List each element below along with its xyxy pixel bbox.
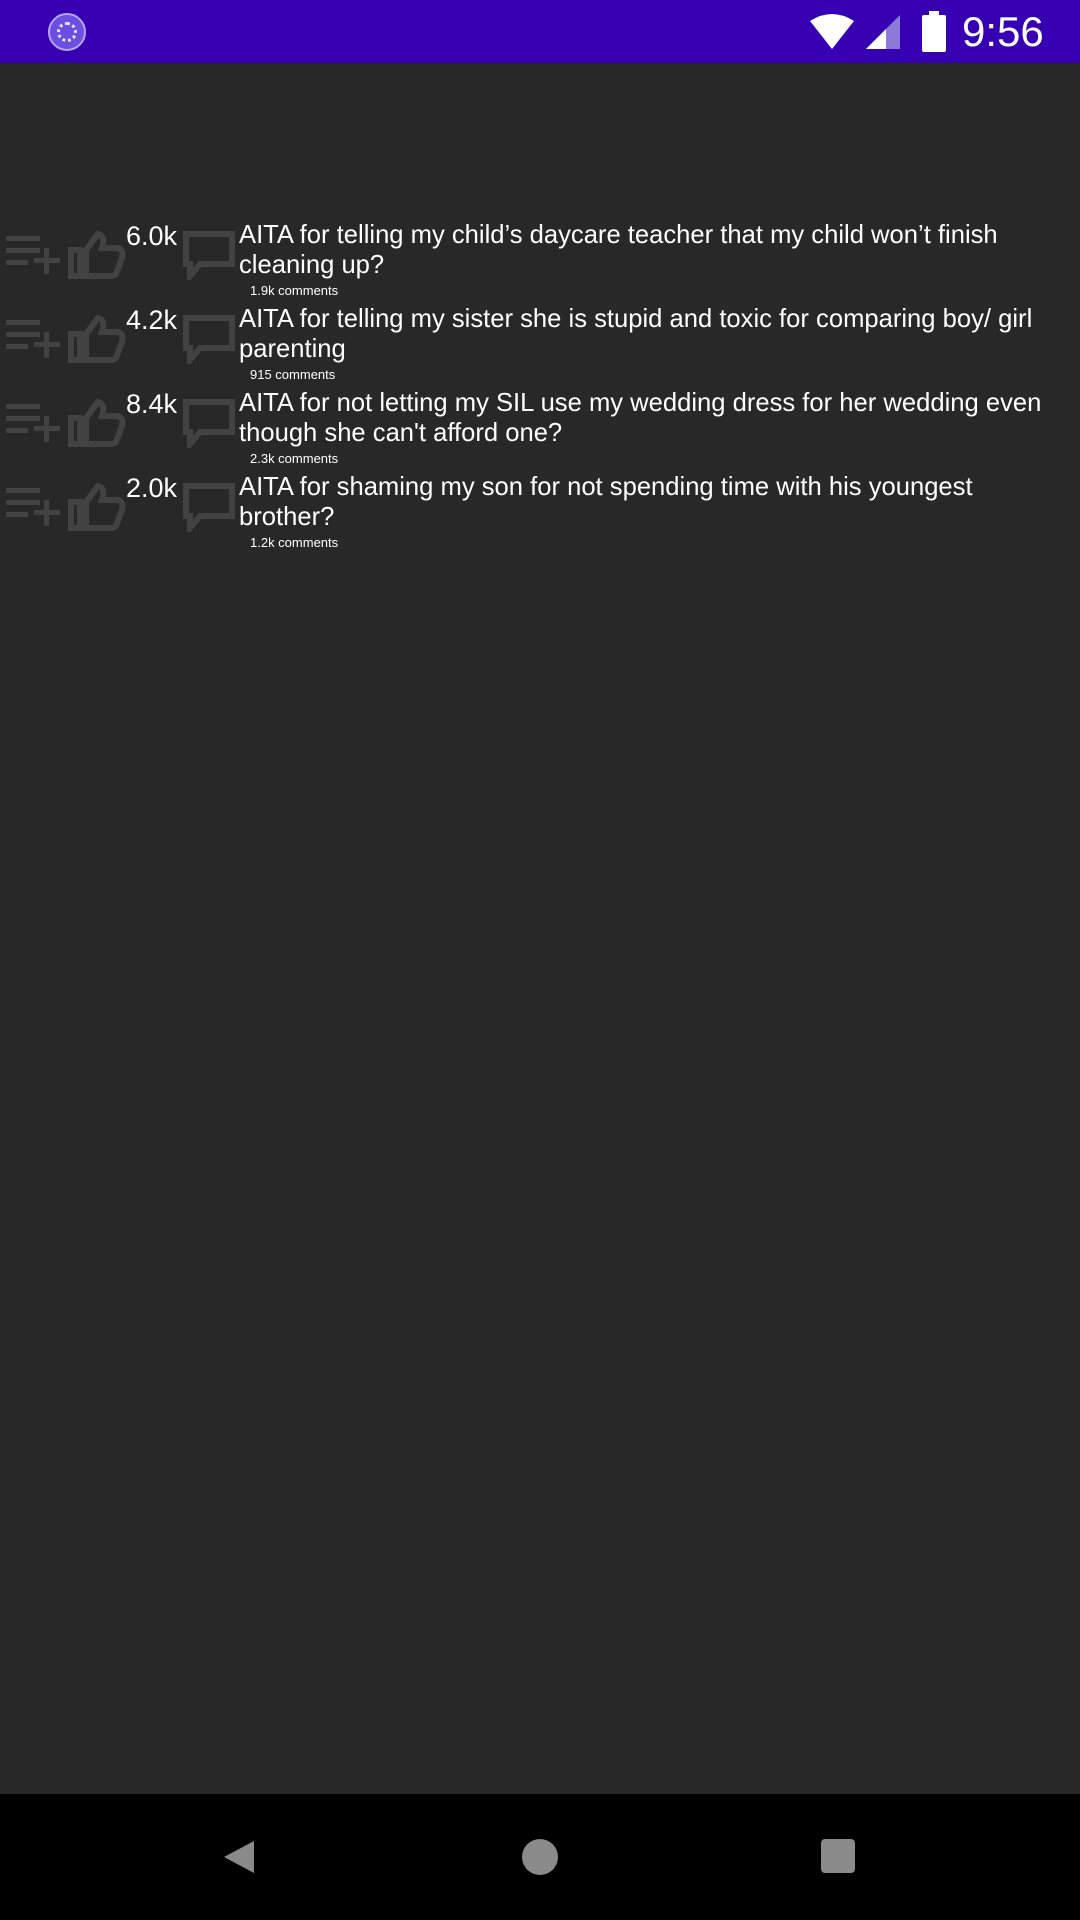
post-list: 6.0k AITA for telling my child’s daycare…	[0, 218, 1080, 554]
post-item[interactable]: 4.2k AITA for telling my sister she is s…	[0, 302, 1080, 386]
thumb-up-icon[interactable]	[68, 230, 126, 280]
post-score: 8.4k	[126, 389, 178, 419]
playlist-add-icon[interactable]	[6, 402, 64, 444]
post-actions	[6, 474, 236, 534]
app-notification-icon	[48, 13, 86, 51]
post-item[interactable]: 8.4k AITA for not letting my SIL use my …	[0, 386, 1080, 470]
thumb-up-icon[interactable]	[68, 314, 126, 364]
post-actions	[6, 390, 236, 450]
comment-icon[interactable]	[182, 398, 236, 448]
post-score: 6.0k	[126, 221, 178, 251]
post-item[interactable]: 2.0k AITA for shaming my son for not spe…	[0, 470, 1080, 554]
post-comments[interactable]: 2.3k comments	[250, 451, 338, 467]
post-comments[interactable]: 915 comments	[250, 367, 335, 383]
thumb-up-icon[interactable]	[68, 482, 126, 532]
post-title[interactable]: AITA for telling my sister she is stupid…	[239, 304, 1064, 364]
home-icon[interactable]	[522, 1839, 558, 1875]
post-title[interactable]: AITA for telling my child’s daycare teac…	[239, 220, 1064, 280]
post-comments[interactable]: 1.9k comments	[250, 283, 338, 299]
playlist-add-icon[interactable]	[6, 318, 64, 360]
playlist-add-icon[interactable]	[6, 234, 64, 276]
navigation-bar	[0, 1794, 1080, 1920]
post-item[interactable]: 6.0k AITA for telling my child’s daycare…	[0, 218, 1080, 302]
recents-icon[interactable]	[821, 1839, 855, 1873]
post-actions	[6, 222, 236, 282]
post-score: 2.0k	[126, 473, 178, 503]
status-bar: 9:56	[0, 0, 1080, 63]
status-time: 9:56	[962, 8, 1044, 55]
post-score: 4.2k	[126, 305, 178, 335]
signal-icon	[866, 15, 900, 49]
back-icon[interactable]	[222, 1839, 256, 1875]
thumb-up-icon[interactable]	[68, 398, 126, 448]
post-comments[interactable]: 1.2k comments	[250, 535, 338, 551]
comment-icon[interactable]	[182, 314, 236, 364]
playlist-add-icon[interactable]	[6, 486, 64, 528]
comment-icon[interactable]	[182, 230, 236, 280]
battery-icon	[922, 11, 946, 52]
post-title[interactable]: AITA for not letting my SIL use my weddi…	[239, 388, 1064, 448]
post-feed[interactable]: 6.0k AITA for telling my child’s daycare…	[0, 63, 1080, 1794]
wifi-icon	[810, 14, 854, 49]
comment-icon[interactable]	[182, 482, 236, 532]
post-title[interactable]: AITA for shaming my son for not spending…	[239, 472, 1064, 532]
post-actions	[6, 306, 236, 366]
